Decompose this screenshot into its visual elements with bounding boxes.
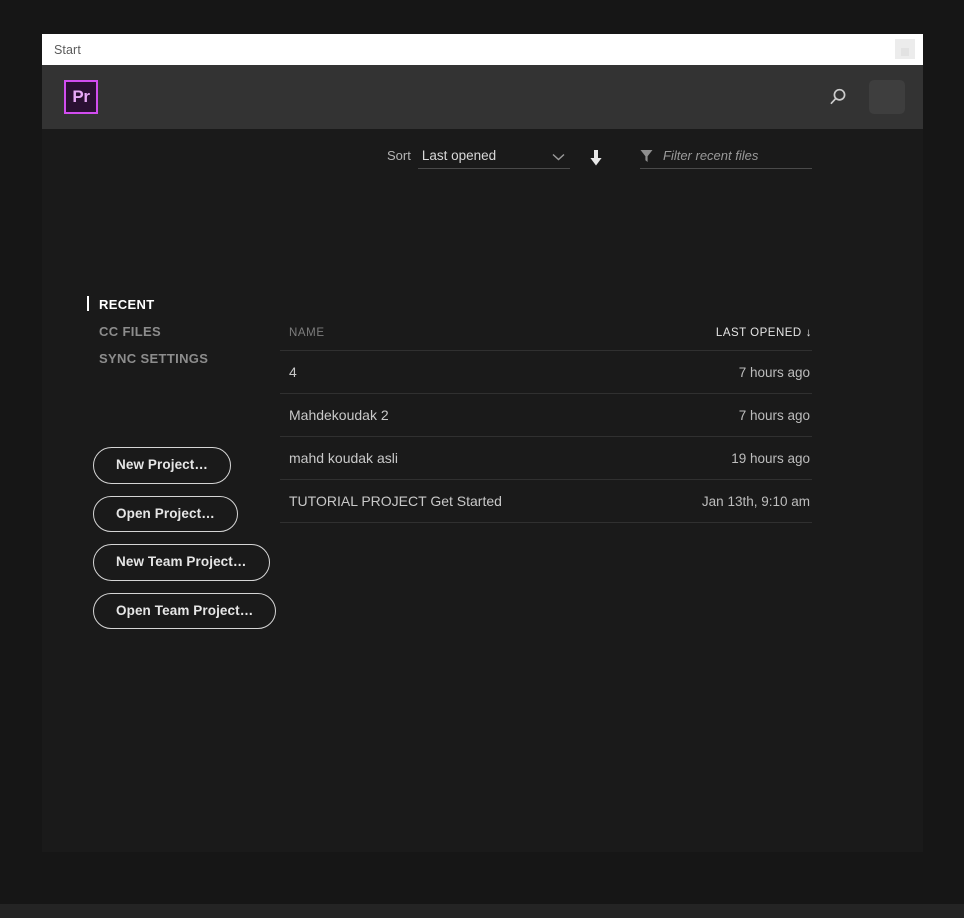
- premiere-pro-start-window: Start Pr Sort Last opened Filter recent …: [42, 34, 923, 852]
- open-team-project-button[interactable]: Open Team Project…: [93, 592, 277, 629]
- search-button[interactable]: [825, 84, 851, 110]
- column-header-name[interactable]: NAME: [289, 327, 325, 339]
- window-title-bar: Start: [42, 34, 923, 65]
- close-icon: [901, 48, 909, 56]
- sidebar-item-recent[interactable]: RECENT: [87, 296, 155, 312]
- project-action-buttons: New Project… Open Project… New Team Proj…: [93, 447, 277, 629]
- new-team-project-button[interactable]: New Team Project…: [93, 544, 270, 581]
- table-row[interactable]: mahd koudak asli 19 hours ago: [280, 437, 812, 480]
- sidebar-item-cc-files[interactable]: CC FILES: [93, 324, 161, 339]
- sort-arrow-icon: ↓: [805, 327, 812, 339]
- search-icon: [830, 88, 846, 105]
- header-actions: [825, 65, 905, 129]
- table-row[interactable]: Mahdekoudak 2 7 hours ago: [280, 394, 812, 437]
- sort-control-group: Sort Last opened: [387, 148, 604, 169]
- file-last-opened: 7 hours ago: [738, 407, 810, 423]
- file-name: TUTORIAL PROJECT Get Started: [289, 493, 502, 509]
- funnel-icon: [640, 149, 653, 163]
- filter-recent-files-input[interactable]: [663, 148, 793, 163]
- sidebar-item-sync-settings[interactable]: SYNC SETTINGS: [93, 351, 208, 366]
- filter-control-group: [640, 148, 812, 169]
- open-project-button[interactable]: Open Project…: [93, 495, 238, 532]
- avatar[interactable]: [869, 80, 905, 114]
- app-header: Pr: [42, 65, 923, 129]
- toolbar: Sort Last opened: [42, 129, 923, 199]
- close-button[interactable]: [895, 39, 915, 59]
- premiere-pro-logo: Pr: [64, 80, 98, 114]
- sort-direction-button[interactable]: [588, 149, 604, 167]
- column-header-last-opened-label: LAST OPENED: [715, 327, 802, 339]
- file-name: 4: [289, 364, 297, 380]
- column-header-last-opened[interactable]: LAST OPENED ↓: [716, 327, 812, 339]
- recent-files-list: NAME LAST OPENED ↓ 4 7 hours ago Mahdeko…: [280, 327, 812, 523]
- file-last-opened: 19 hours ago: [731, 450, 810, 466]
- new-project-button[interactable]: New Project…: [93, 447, 231, 484]
- sort-dropdown[interactable]: Last opened: [417, 148, 570, 169]
- sort-label: Sort: [387, 148, 411, 163]
- chevron-down-icon: [552, 153, 565, 161]
- desktop-background: Start Pr Sort Last opened Filter recent …: [0, 0, 964, 918]
- sort-dropdown-value: Last opened: [421, 148, 497, 163]
- window-title: Start: [54, 42, 81, 57]
- arrow-down-icon: [590, 150, 602, 166]
- sidebar-nav: RECENT CC FILES SYNC SETTINGS: [87, 296, 283, 378]
- desktop-taskbar: [0, 904, 964, 918]
- table-row[interactable]: TUTORIAL PROJECT Get Started Jan 13th, 9…: [280, 480, 812, 523]
- file-name: Mahdekoudak 2: [289, 407, 389, 423]
- app-body: Sort Last opened Filter recent files REC…: [42, 129, 923, 852]
- file-name: mahd koudak asli: [289, 450, 398, 466]
- table-row[interactable]: 4 7 hours ago: [280, 351, 812, 394]
- file-last-opened: 7 hours ago: [738, 364, 810, 380]
- list-header-row: NAME LAST OPENED ↓: [280, 327, 812, 351]
- file-last-opened: Jan 13th, 9:10 am: [701, 493, 810, 509]
